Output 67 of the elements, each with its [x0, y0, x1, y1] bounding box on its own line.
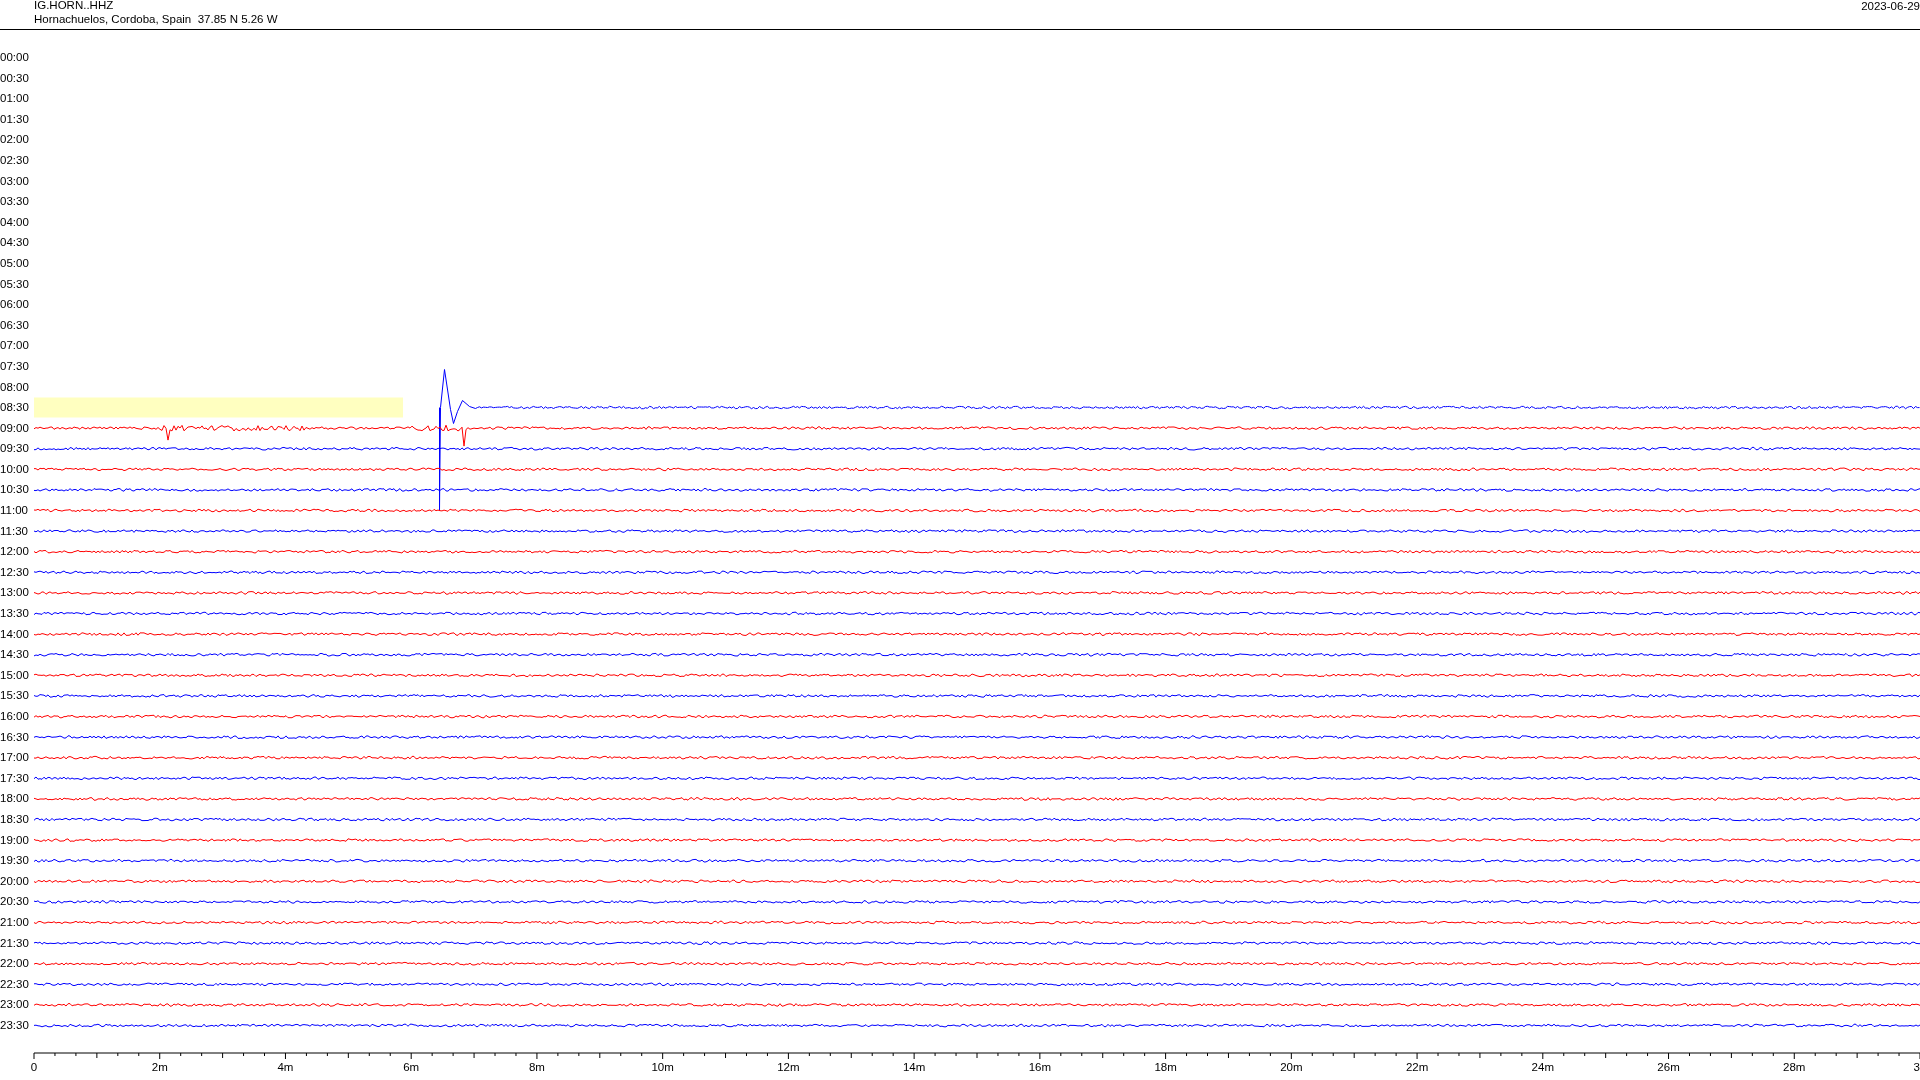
time-label: 20:30	[0, 894, 29, 910]
time-label: 09:30	[0, 441, 29, 457]
time-label: 14:00	[0, 626, 29, 642]
time-label: 23:00	[0, 997, 29, 1013]
time-label: 08:30	[0, 400, 29, 416]
time-label: 22:30	[0, 976, 29, 992]
axis-label: 20m	[1280, 1060, 1303, 1073]
time-label: 04:30	[0, 235, 29, 251]
time-label: 07:00	[0, 338, 29, 354]
time-label: 04:00	[0, 214, 29, 230]
time-label: 00:00	[0, 50, 29, 65]
time-label: 01:30	[0, 111, 29, 127]
time-label: 06:30	[0, 317, 29, 333]
time-label: 15:00	[0, 667, 29, 683]
time-label: 19:30	[0, 853, 29, 869]
time-label: 17:00	[0, 750, 29, 766]
time-label: 03:00	[0, 173, 29, 189]
time-label: 09:00	[0, 420, 29, 436]
time-label: 21:30	[0, 935, 29, 951]
axis-label: 22m	[1405, 1060, 1429, 1073]
station-code: IG.HORN..HHZ	[34, 0, 114, 12]
time-label: 21:00	[0, 914, 29, 930]
time-label: 22:00	[0, 956, 29, 972]
time-label: 02:00	[0, 132, 29, 148]
time-label: 11:30	[0, 523, 28, 539]
axis-label: 16m	[1028, 1060, 1052, 1073]
axis-label: 6m	[403, 1060, 420, 1073]
time-label: 12:00	[0, 544, 29, 560]
time-label: 06:00	[0, 297, 29, 313]
time-label: 13:30	[0, 606, 29, 622]
axis-label: 0	[30, 1060, 38, 1073]
time-label: 08:00	[0, 379, 29, 395]
time-label: 15:30	[0, 688, 29, 704]
time-label: 17:30	[0, 770, 29, 786]
station-location: Hornachuelos, Cordoba, Spain 37.85 N 5.26 W	[34, 12, 278, 26]
time-label: 00:30	[0, 70, 29, 86]
axis-label: 10m	[651, 1060, 674, 1073]
date-text: 2023-06-29	[1861, 0, 1920, 13]
time-label: 10:30	[0, 482, 29, 498]
time-label: 11:00	[0, 503, 28, 519]
time-label: 23:30	[0, 1017, 29, 1033]
time-label: 18:00	[0, 791, 29, 807]
time-label: 20:00	[0, 873, 29, 889]
axis-label: 18m	[1154, 1060, 1177, 1073]
time-label: 19:00	[0, 832, 29, 848]
time-label: 05:00	[0, 255, 29, 271]
time-label: 05:30	[0, 276, 29, 292]
time-label: 16:30	[0, 729, 29, 745]
time-label: 07:30	[0, 358, 29, 374]
axis-label: 28m	[1783, 1060, 1806, 1073]
time-label: 10:00	[0, 461, 29, 477]
time-label: 03:30	[0, 194, 29, 210]
time-label: 01:00	[0, 91, 29, 107]
axis-label: 8m	[528, 1060, 545, 1073]
axis-label: 4m	[277, 1060, 294, 1073]
axis-label: 3	[1913, 1060, 1920, 1073]
axis-label: 2m	[151, 1060, 168, 1073]
axis-label: 24m	[1531, 1060, 1554, 1073]
axis-label: 26m	[1657, 1060, 1680, 1073]
time-label: 14:30	[0, 647, 29, 663]
time-label: 13:00	[0, 585, 29, 601]
time-label: 12:30	[0, 564, 29, 580]
axis-label: 12m	[777, 1060, 800, 1073]
time-label: 18:30	[0, 811, 29, 827]
time-label: 02:30	[0, 152, 29, 168]
time-label: 16:00	[0, 709, 29, 724]
axis-label: 14m	[902, 1060, 926, 1073]
